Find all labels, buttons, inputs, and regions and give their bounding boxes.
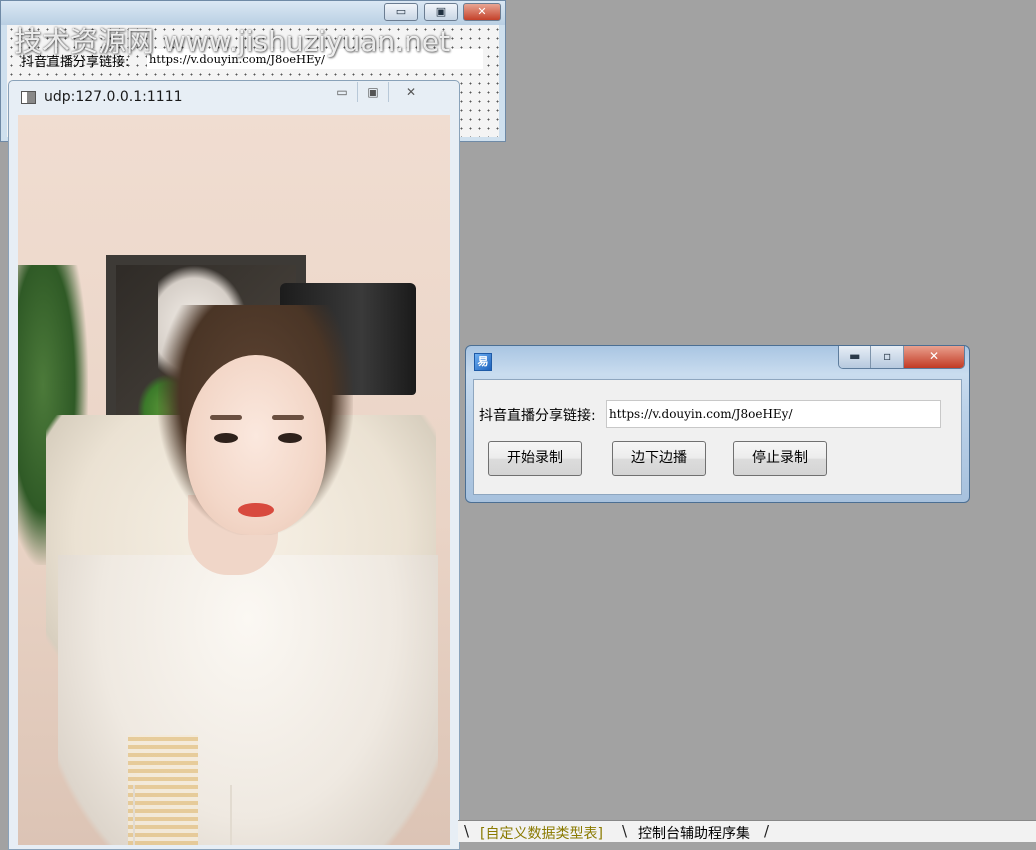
watermark-text: 技术资源网 www.jishuziyuan.net xyxy=(14,25,451,58)
scene-left-eye xyxy=(214,433,238,443)
designer-close-button[interactable]: ✕ xyxy=(463,3,501,21)
scene-right-brow xyxy=(272,415,304,420)
start-recording-button[interactable]: 开始录制 xyxy=(488,441,582,476)
tab-separator: \ xyxy=(622,822,628,840)
video-window: udp:127.0.0.1:1111 ▭ ▣ ✕ xyxy=(8,80,460,850)
scene-lips xyxy=(238,503,274,517)
designer-maximize-button[interactable]: ▣ xyxy=(424,3,458,21)
app-window-controls: ▬ ▫ ✕ xyxy=(838,346,965,369)
video-player-frame[interactable] xyxy=(18,115,450,845)
stop-recording-button[interactable]: 停止录制 xyxy=(733,441,827,476)
share-link-label: 抖音直播分享链接: xyxy=(479,408,596,424)
app-minimize-button[interactable]: ▬ xyxy=(839,346,872,368)
bottom-tab-bar: \ [自定义数据类型表] \ 控制台辅助程序集 / xyxy=(458,820,1036,842)
tab-separator: \ xyxy=(464,822,470,840)
scene-right-eye xyxy=(278,433,302,443)
share-link-input[interactable]: https://v.douyin.com/J8oeHEy/ xyxy=(606,400,941,428)
designer-minimize-button[interactable]: ▭ xyxy=(384,3,418,21)
app-close-button[interactable]: ✕ xyxy=(903,346,964,368)
video-close-button[interactable]: ✕ xyxy=(389,82,433,102)
video-maximize-button[interactable]: ▣ xyxy=(358,82,389,102)
tab-console-helpers[interactable]: 控制台辅助程序集 xyxy=(638,823,750,843)
scene-person-shirt xyxy=(58,555,438,845)
app-window: 易 ▬ ▫ ✕ 抖音直播分享链接: https://v.douyin.com/J… xyxy=(465,345,970,503)
app-logo-icon: 易 xyxy=(474,353,492,371)
app-maximize-button[interactable]: ▫ xyxy=(871,346,904,368)
tab-separator-end: / xyxy=(764,822,770,840)
scene-shirt-pocket xyxy=(133,785,232,845)
tab-custom-data-types[interactable]: [自定义数据类型表] xyxy=(480,823,603,843)
scene-left-brow xyxy=(210,415,242,420)
video-window-controls: ▭ ▣ ✕ xyxy=(327,82,433,102)
app-client-area: 抖音直播分享链接: https://v.douyin.com/J8oeHEy/ … xyxy=(473,379,962,495)
window-icon xyxy=(21,91,36,104)
download-and-play-button[interactable]: 边下边播 xyxy=(612,441,706,476)
video-minimize-button[interactable]: ▭ xyxy=(327,82,358,102)
video-window-title: udp:127.0.0.1:1111 xyxy=(44,89,183,105)
